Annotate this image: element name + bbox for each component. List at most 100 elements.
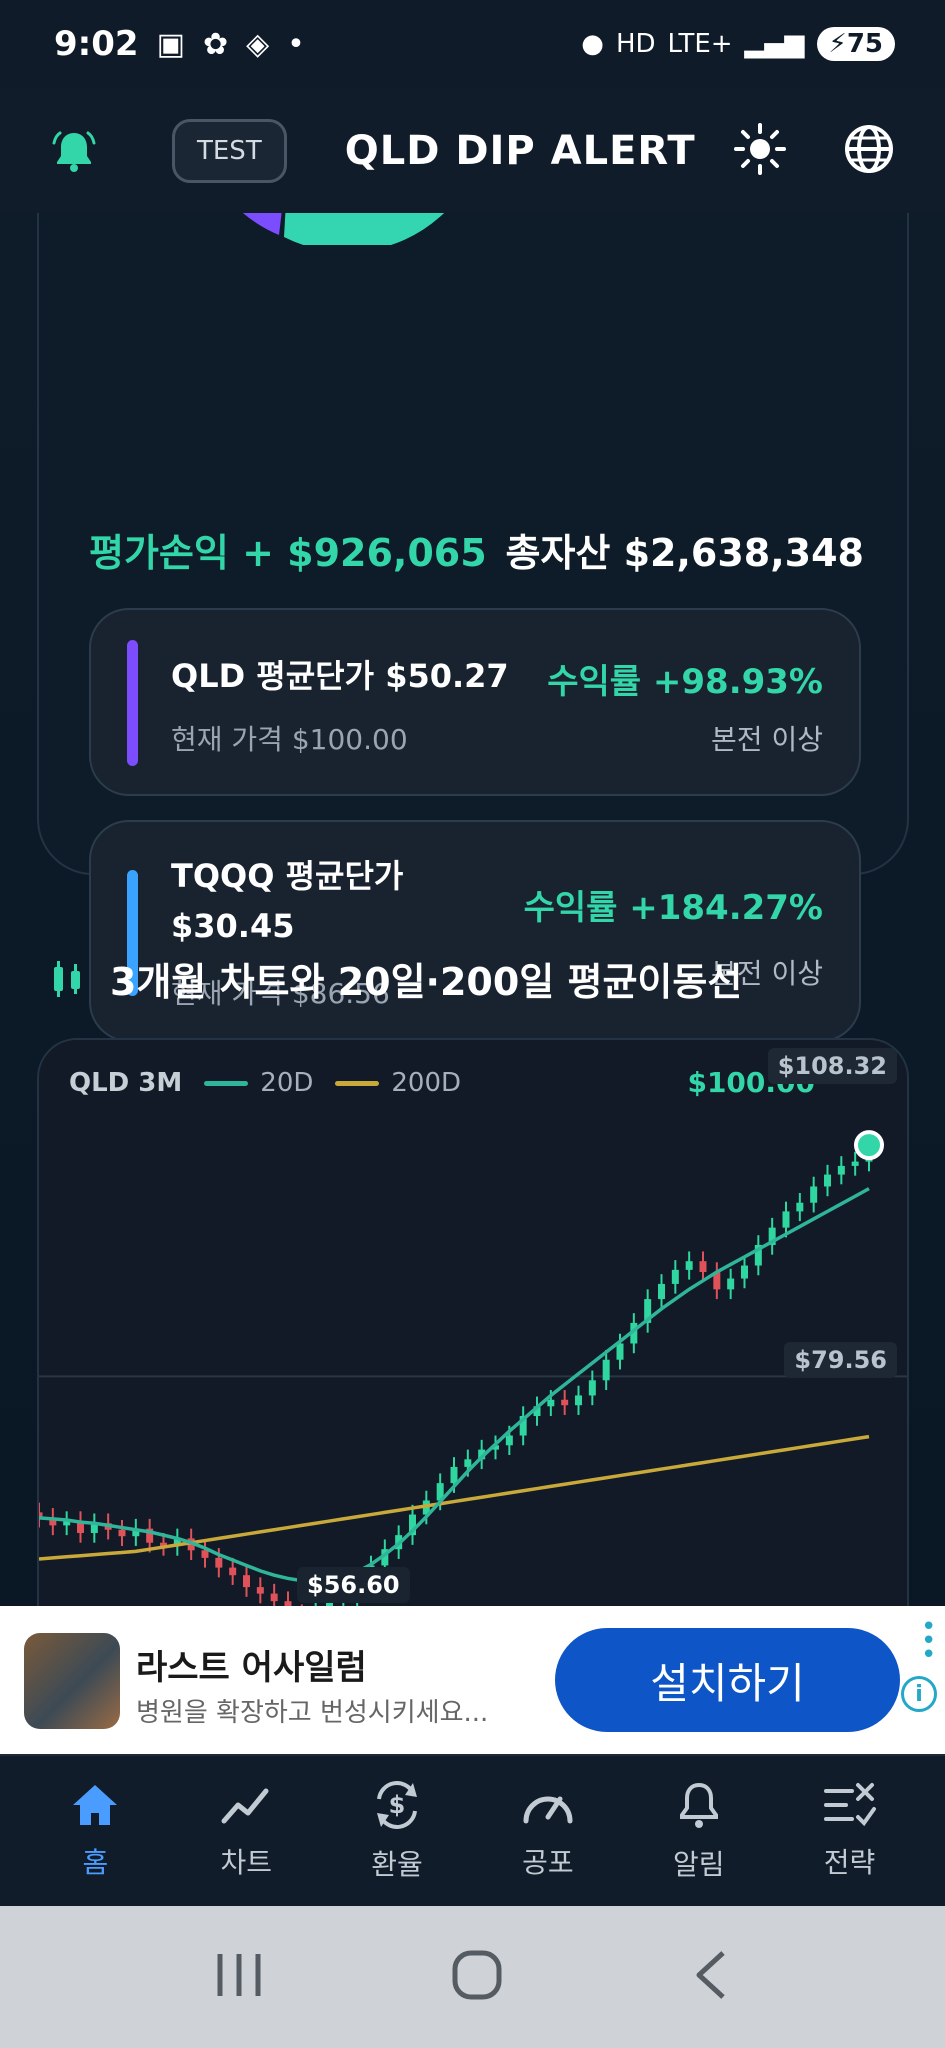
candle-body (851, 1161, 859, 1166)
home-button[interactable] (452, 1950, 502, 2004)
candle-body (671, 1269, 679, 1284)
holding-name: QLD 평균단가 $50.27 (171, 657, 509, 695)
mid-price-tag: $79.56 (784, 1342, 897, 1378)
candle-body (727, 1278, 735, 1290)
hd-icon: HD (615, 29, 656, 59)
nav-label-strategy: 전략 (823, 1846, 876, 1879)
nav-label-home: 홈 (82, 1846, 109, 1879)
portfolio-summary-card: 평가손익 + $926,065 총자산 $2,638,348 QLD 평균단가 … (37, 213, 909, 1042)
chart-line-icon (221, 1788, 269, 1824)
section-title-text: 3개월 차트와 20일·200일 평균이동선 (110, 960, 743, 1004)
candle-body (616, 1343, 624, 1360)
legend-label-200d: 200D (391, 1068, 462, 1098)
chart-section-title: 3개월 차트와 20일·200일 평균이동선 (50, 951, 742, 1006)
main-content[interactable]: 평가손익 + $926,065 총자산 $2,638,348 QLD 평균단가 … (0, 213, 945, 1606)
test-button[interactable]: TEST (172, 118, 287, 183)
ad-banner[interactable]: 라스트 어사일럼 병원을 확장하고 번성시키세요... 설치하기 • • • i (0, 1606, 945, 1754)
battery-level: 75 (846, 29, 883, 59)
legend-200d: 200D (335, 1068, 461, 1098)
candle-body (575, 1395, 582, 1406)
battery-indicator: ⚡75 (816, 27, 895, 61)
location-icon: ● (581, 29, 604, 59)
ma20-line (39, 1187, 870, 1584)
holding-return: 수익률 +184.27% (523, 888, 823, 928)
recent-apps-button[interactable] (214, 1952, 264, 2002)
network-label: LTE+ (667, 29, 733, 59)
bottom-nav: 홈 차트 $ 환율 공포 알림 전략 (0, 1754, 945, 1906)
holding-color-bar (127, 640, 138, 766)
candle-body (796, 1202, 804, 1212)
pie-slice-qld (242, 213, 282, 235)
unrealized-pnl: 평가손익 + $926,065 (89, 531, 487, 575)
candle-body (229, 1567, 237, 1576)
legend-line-20d (204, 1080, 249, 1086)
totals-row: 평가손익 + $926,065 총자산 $2,638,348 (89, 522, 864, 577)
candle-body (270, 1593, 278, 1602)
ad-description[interactable]: 병원을 확장하고 번성시키세요... (136, 1692, 488, 1729)
chart-legend: QLD 3M 20D 200D (69, 1068, 461, 1098)
app-title: QLD DIP ALERT (344, 127, 696, 174)
sun-icon[interactable] (733, 122, 787, 180)
app-icon-2: ◈ (246, 26, 270, 62)
bell-outline-icon (679, 1782, 718, 1828)
home-icon (73, 1785, 118, 1825)
holding-card-tqqq[interactable]: TQQQ 평균단가 $30.45 현재 가격 $86.56 수익률 +184.2… (89, 820, 861, 1042)
pie-slice-tqqq (284, 213, 445, 253)
nav-strategy[interactable]: 전략 (785, 1781, 915, 1881)
candle-body (547, 1399, 555, 1407)
high-price-tag: $108.32 (767, 1048, 897, 1084)
nav-label-fear: 공포 (522, 1846, 574, 1879)
candle-body (602, 1359, 610, 1381)
ad-install-button[interactable]: 설치하기 (555, 1628, 900, 1732)
strategy-icon (823, 1783, 876, 1827)
candle-body (450, 1466, 458, 1484)
gauge-icon (523, 1796, 573, 1824)
dot-icon: • (287, 26, 305, 62)
screenshot-icon: ▣ (156, 26, 185, 62)
candle-body (118, 1529, 126, 1537)
signal-icon: ▂▄▆ (744, 29, 805, 59)
nav-label-exchange: 환율 (371, 1848, 423, 1881)
candle-body (824, 1174, 831, 1187)
total-assets: 총자산 $2,638,348 (505, 531, 864, 575)
holding-name-line2: $30.45 (171, 907, 295, 945)
candle-body (561, 1399, 569, 1406)
legend-20d: 20D (204, 1068, 313, 1098)
holding-card-qld[interactable]: QLD 평균단가 $50.27 현재 가격 $100.00 수익률 +98.93… (89, 608, 861, 796)
nav-fear[interactable]: 공포 (483, 1781, 613, 1881)
chart-symbol: QLD 3M (69, 1068, 183, 1098)
candle-body (588, 1380, 596, 1396)
nav-chart[interactable]: 차트 (181, 1781, 311, 1881)
bell-icon[interactable] (50, 127, 140, 175)
nav-alerts[interactable]: 알림 (634, 1779, 764, 1883)
candle-body (837, 1165, 845, 1175)
globe-icon[interactable] (843, 123, 895, 179)
system-nav (0, 1906, 945, 2048)
candle-body (782, 1211, 790, 1228)
legend-line-200d (335, 1080, 380, 1086)
ad-thumbnail[interactable] (24, 1633, 120, 1729)
holding-name-line1: TQQQ 평균단가 (171, 857, 404, 895)
candle-body (464, 1459, 472, 1467)
back-button[interactable] (691, 1950, 731, 2004)
ad-title[interactable]: 라스트 어사일럼 (136, 1640, 367, 1689)
nav-home[interactable]: 홈 (30, 1781, 160, 1881)
holding-note: 본전 이상 (711, 723, 823, 756)
nav-label-chart: 차트 (220, 1846, 272, 1879)
ad-info-icon[interactable]: i (901, 1676, 937, 1712)
low-price-tag: $56.60 (297, 1567, 410, 1603)
price-chart[interactable] (39, 1040, 909, 1606)
candle-body (699, 1261, 707, 1273)
currency-exchange-icon: $ (377, 1781, 418, 1829)
nav-exchange[interactable]: $ 환율 (332, 1779, 462, 1883)
candle-body (741, 1265, 748, 1279)
price-chart-card[interactable]: QLD 3M 20D 200D $100.00 $108.32 $79.56 $… (37, 1038, 909, 1606)
candle-body (810, 1186, 818, 1203)
ad-menu-icon[interactable]: • • • (921, 1614, 936, 1668)
status-bar: 9:02 ▣ ✿ ◈ • ● HD LTE+ ▂▄▆ ⚡75 (0, 0, 945, 88)
status-time: 9:02 (54, 24, 139, 64)
app-header: TEST QLD DIP ALERT (0, 88, 945, 213)
candle-body (505, 1435, 513, 1446)
nav-label-alerts: 알림 (672, 1848, 725, 1881)
candle-body (685, 1261, 693, 1270)
